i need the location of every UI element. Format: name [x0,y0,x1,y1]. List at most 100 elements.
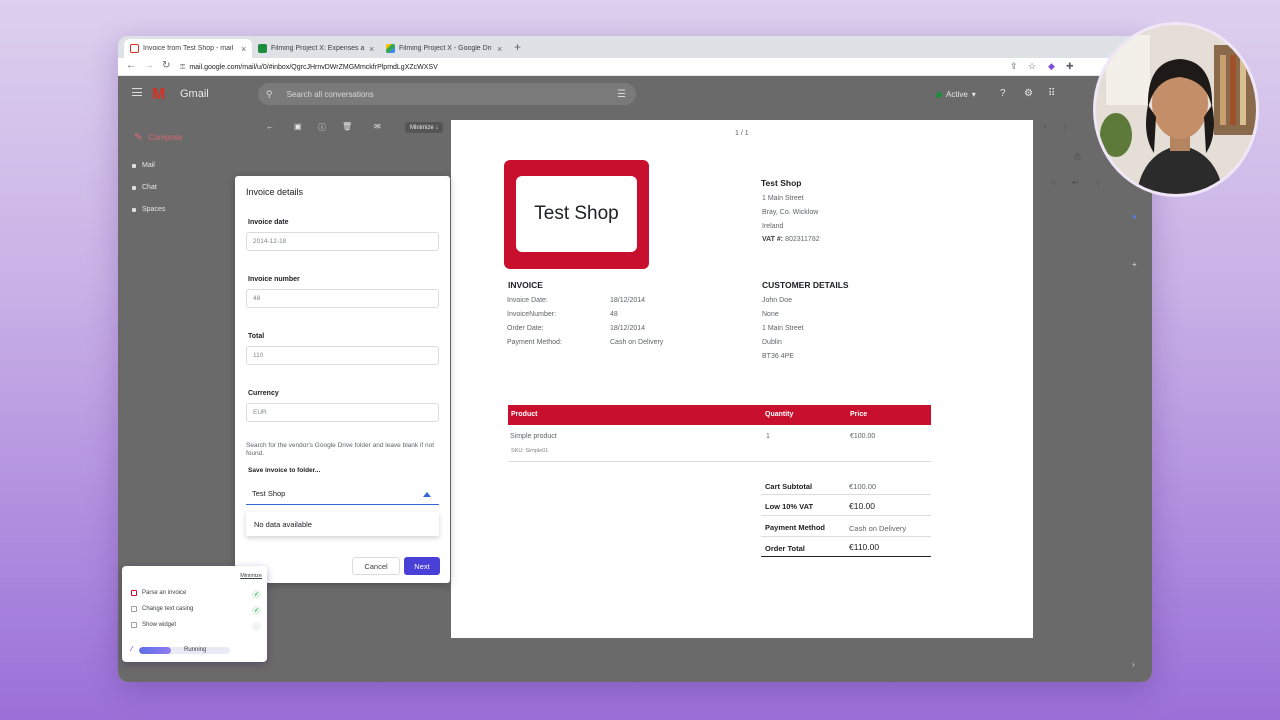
invoice-title: INVOICE [508,280,543,290]
dropdown-empty-text: No data available [254,519,312,529]
nav-label: Mail [142,162,155,169]
reply-icon[interactable]: ↩ [1072,178,1079,187]
more-icon[interactable]: ⋮ [1094,178,1102,187]
older-icon[interactable]: ‹ [1044,122,1047,131]
customer-line: BT36 4PE [762,353,794,360]
invoice-number-field[interactable]: 48 [246,289,439,308]
gmail-header: M Gmail ⚲ Search all conversations ☰ Act… [118,76,1152,116]
totals-bottom-rule [761,556,931,557]
subtotal-label: Cart Subtotal [765,482,813,491]
gmail-title: Gmail [180,88,209,100]
customer-title: CUSTOMER DETAILS [762,280,849,290]
star-message-icon[interactable]: ☆ [1050,178,1057,187]
back-arrow-icon[interactable]: ← [266,122,274,131]
gmail-logo-icon: M [152,86,166,103]
nav-spaces[interactable]: Spaces [132,206,165,213]
url-text: mail.google.com/mail/u/0/#inbox/QgrcJHrn… [189,64,438,71]
spaces-icon [132,207,136,212]
run-status: Running [184,647,207,653]
filter-icon[interactable]: ☰ [617,89,626,100]
widget-minimize-link[interactable]: Minimize [240,573,262,579]
currency-value: EUR [253,409,267,416]
mail-icon [132,163,136,168]
pdf-viewer: 1 / 1 Test Shop Test Shop 1 Main Street … [451,120,1033,638]
tab-title: Filming Project X - Google Dri [399,45,492,52]
back-icon[interactable]: ← [126,60,136,71]
close-icon[interactable]: × [369,44,374,54]
invoice-details-panel: Invoice details Invoice date 2014-12-18 … [235,176,450,583]
close-icon[interactable]: × [497,44,502,54]
share-icon[interactable]: ⇪ [1010,61,1018,72]
expand-panel-icon[interactable]: › [1132,660,1135,669]
search-bar[interactable]: ⚲ Search all conversations ☰ [258,83,636,105]
total-field[interactable]: 110 [246,346,439,365]
status-indicator[interactable]: Active ▾ [936,90,976,99]
customer-line: None [762,311,779,318]
delete-icon[interactable]: 🗑 [342,122,352,131]
gmail-app: M Gmail ⚲ Search all conversations ☰ Act… [118,76,1152,682]
minimize-pill[interactable]: Minimize ↓ [405,122,444,133]
tab-drive-folder[interactable]: Filming Project X - Google Dri × [380,39,508,58]
product-name: Simple product [510,433,557,440]
pencil-icon: ✎ [134,131,143,143]
invoice-date-field[interactable]: 2014-12-18 [246,232,439,251]
nav-mail[interactable]: Mail [132,162,155,169]
contacts-icon[interactable]: ● [1132,212,1137,221]
gear-icon[interactable]: ⚙ [1024,88,1033,99]
folder-search-input[interactable]: Test Shop [246,483,439,505]
vat-label: VAT #: [762,236,784,243]
caret-up-icon[interactable] [423,492,431,497]
extension-icon[interactable]: ◆ [1048,61,1055,72]
currency-field[interactable]: EUR [246,403,439,422]
col-quantity: Quantity [765,411,794,418]
tab-bar: Invoice from Test Shop - mail × Filming … [118,36,1152,58]
add-addon-icon[interactable]: + [1132,260,1137,269]
archive-icon[interactable]: ▣ [294,122,302,131]
next-button[interactable]: Next [404,557,440,575]
report-icon[interactable]: ⓘ [318,122,326,133]
mark-unread-icon[interactable]: ✉ [374,122,381,131]
order-total-label: Order Total [765,544,805,553]
shop-address-line: Ireland [762,223,784,230]
address-bar[interactable]: ⚿ mail.google.com/mail/u/0/#inbox/QgrcJH… [180,61,1070,74]
totals-divider [761,515,931,516]
shop-vat: VAT #: 802311782 [762,236,820,243]
tab-sheets-expenses[interactable]: Filming Project X: Expenses a × [252,39,380,58]
bardeen-logo-icon: ⁄ [131,646,133,653]
customer-line: Dublin [762,339,782,346]
tab-title: Filming Project X: Expenses a [271,45,365,52]
minimize-label: Minimize ↓ [410,124,439,131]
reload-icon[interactable]: ↻ [162,60,170,71]
totals-divider [761,494,931,495]
star-icon[interactable]: ☆ [1028,61,1036,72]
order-date-value: 18/12/2014 [610,325,646,332]
nav-chat[interactable]: Chat [132,184,157,191]
total-value: 110 [253,352,264,359]
tab-title: Invoice from Test Shop - mail [143,45,234,52]
cancel-button[interactable]: Cancel [352,557,400,575]
col-product: Product [511,411,538,418]
forward-icon[interactable]: → [144,60,154,71]
tab-gmail-invoice[interactable]: Invoice from Test Shop - mail × [124,39,253,58]
newer-icon[interactable]: › [1064,122,1067,131]
apps-icon[interactable]: ⠿ [1048,88,1055,99]
progress-fill [139,647,171,654]
menu-icon[interactable] [132,88,142,96]
close-icon[interactable]: × [241,44,246,54]
totals-divider [761,536,931,537]
invoice-number-label: InvoiceNumber: [507,311,557,318]
gmail-icon [130,44,139,53]
help-icon[interactable]: ? [1000,88,1006,99]
folder-dropdown: No data available [246,512,439,536]
widget-step: Change text casing [131,606,193,612]
print-icon[interactable]: ⎙ [1074,152,1080,162]
col-price: Price [850,411,868,418]
check-icon: ✓ [252,606,261,615]
puzzle-icon[interactable]: ✚ [1066,61,1074,72]
total-label: Total [248,333,265,340]
new-tab-icon[interactable]: + [514,40,521,54]
invoice-icon [131,590,137,596]
invoice-date-label: Invoice Date: [507,297,548,304]
compose-button[interactable]: ✎ Compose [128,126,208,148]
pending-icon [252,622,261,631]
